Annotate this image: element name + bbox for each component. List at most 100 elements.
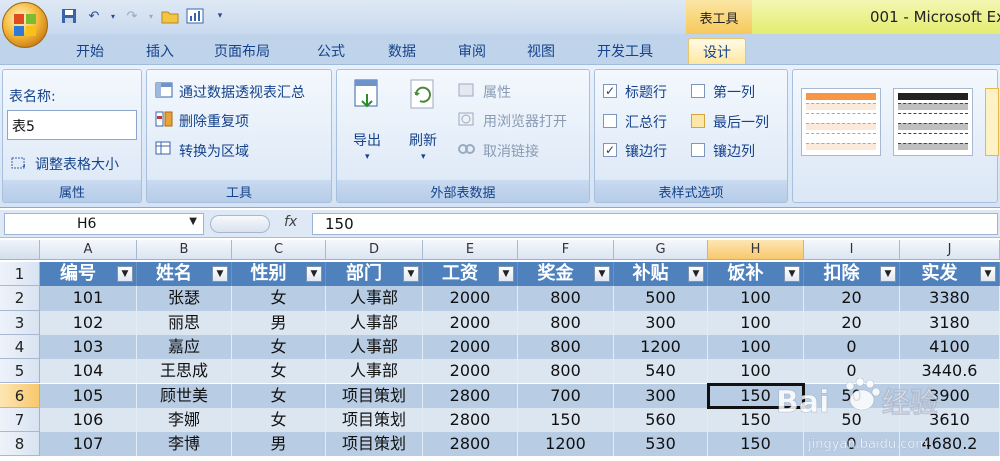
table-style-dark-swatch[interactable] xyxy=(893,88,973,156)
tab-view[interactable]: 视图 xyxy=(527,38,555,64)
cell-a8[interactable]: 107 xyxy=(40,432,137,457)
cell-i7[interactable]: 50 xyxy=(804,407,900,433)
row-header-1[interactable]: 1 xyxy=(0,262,40,287)
tab-formulas[interactable]: 公式 xyxy=(317,38,345,64)
unlink-button[interactable]: 取消链接 xyxy=(483,141,539,161)
table-style-orange-swatch[interactable] xyxy=(801,88,881,156)
cell-h2[interactable]: 100 xyxy=(708,286,804,311)
cell-e7[interactable]: 2800 xyxy=(423,407,518,433)
cell-d6[interactable]: 项目策划 xyxy=(326,383,423,408)
column-header-i[interactable]: I xyxy=(804,240,900,260)
column-header-f[interactable]: F xyxy=(518,240,614,260)
formula-input[interactable]: 150 xyxy=(312,213,998,235)
row-header-3[interactable]: 3 xyxy=(0,310,40,335)
row-header-6[interactable]: 6 xyxy=(0,383,40,408)
column-header-a[interactable]: A xyxy=(40,240,137,260)
cell-i5[interactable]: 0 xyxy=(804,359,900,384)
chart-icon[interactable] xyxy=(184,6,206,26)
open-in-browser-button[interactable]: 用浏览器打开 xyxy=(483,111,567,131)
cell-c4[interactable]: 女 xyxy=(232,334,326,360)
tab-page-layout[interactable]: 页面布局 xyxy=(214,38,270,64)
cell-f3[interactable]: 800 xyxy=(518,310,614,335)
cell-b7[interactable]: 李娜 xyxy=(137,407,232,433)
tab-home[interactable]: 开始 xyxy=(76,38,104,64)
column-header-d[interactable]: D xyxy=(326,240,423,260)
save-icon[interactable] xyxy=(58,6,80,26)
cell-g6[interactable]: 300 xyxy=(614,383,708,408)
cell-f2[interactable]: 800 xyxy=(518,286,614,311)
filter-dropdown-icon[interactable]: ▼ xyxy=(688,266,704,282)
refresh-dropdown-icon[interactable]: ▾ xyxy=(421,152,426,162)
name-box[interactable]: H6 ▼ xyxy=(4,213,204,235)
cell-i3[interactable]: 20 xyxy=(804,310,900,335)
row-header-5[interactable]: 5 xyxy=(0,359,40,384)
cell-d2[interactable]: 人事部 xyxy=(326,286,423,311)
filter-dropdown-icon[interactable]: ▼ xyxy=(498,266,514,282)
cell-h5[interactable]: 100 xyxy=(708,359,804,384)
total-row-checkbox[interactable] xyxy=(603,114,617,128)
cell-h3[interactable]: 100 xyxy=(708,310,804,335)
cell-e6[interactable]: 2800 xyxy=(423,383,518,408)
cell-i4[interactable]: 0 xyxy=(804,334,900,360)
tab-data[interactable]: 数据 xyxy=(388,38,416,64)
cell-e8[interactable]: 2800 xyxy=(423,432,518,457)
customize-qat-icon[interactable]: ▾ xyxy=(209,6,231,26)
cell-a7[interactable]: 106 xyxy=(40,407,137,433)
properties-button[interactable]: 属性 xyxy=(483,82,511,102)
banded-rows-checkbox[interactable]: ✓ xyxy=(603,143,617,157)
tab-review[interactable]: 审阅 xyxy=(458,38,486,64)
name-box-dropdown-icon[interactable]: ▼ xyxy=(189,216,197,227)
row-header-4[interactable]: 4 xyxy=(0,334,40,360)
cell-j3[interactable]: 3180 xyxy=(900,310,1000,335)
cell-i2[interactable]: 20 xyxy=(804,286,900,311)
cell-d4[interactable]: 人事部 xyxy=(326,334,423,360)
cell-c2[interactable]: 女 xyxy=(232,286,326,311)
column-header-g[interactable]: G xyxy=(614,240,708,260)
row-header-8[interactable]: 8 xyxy=(0,432,40,457)
table-name-input[interactable]: 表5 xyxy=(7,110,137,140)
cell-h8[interactable]: 150 xyxy=(708,432,804,457)
table-style-selected-swatch[interactable] xyxy=(985,88,999,156)
cell-h4[interactable]: 100 xyxy=(708,334,804,360)
cell-f7[interactable]: 150 xyxy=(518,407,614,433)
cell-f8[interactable]: 1200 xyxy=(518,432,614,457)
undo-dropdown-icon[interactable]: ▾ xyxy=(108,6,118,26)
cell-b5[interactable]: 王思成 xyxy=(137,359,232,384)
cell-f6[interactable]: 700 xyxy=(518,383,614,408)
cell-j4[interactable]: 4100 xyxy=(900,334,1000,360)
cell-a5[interactable]: 104 xyxy=(40,359,137,384)
select-all-corner[interactable] xyxy=(0,240,40,260)
cell-j5[interactable]: 3440.6 xyxy=(900,359,1000,384)
cell-i8[interactable]: 0 xyxy=(804,432,900,457)
cell-c7[interactable]: 女 xyxy=(232,407,326,433)
redo-icon[interactable]: ↷ xyxy=(121,6,143,26)
formula-bar-resize-handle[interactable] xyxy=(210,215,270,233)
cell-c6[interactable]: 女 xyxy=(232,383,326,408)
cell-b4[interactable]: 嘉应 xyxy=(137,334,232,360)
filter-dropdown-icon[interactable]: ▼ xyxy=(594,266,610,282)
cell-e2[interactable]: 2000 xyxy=(423,286,518,311)
first-column-checkbox[interactable] xyxy=(691,84,705,98)
cell-b6[interactable]: 顾世美 xyxy=(137,383,232,408)
cell-d7[interactable]: 项目策划 xyxy=(326,407,423,433)
cell-d3[interactable]: 人事部 xyxy=(326,310,423,335)
cell-e4[interactable]: 2000 xyxy=(423,334,518,360)
resize-table-button[interactable]: 调整表格大小 xyxy=(35,154,119,174)
column-header-b[interactable]: B xyxy=(137,240,232,260)
filter-dropdown-icon[interactable]: ▼ xyxy=(784,266,800,282)
cell-e3[interactable]: 2000 xyxy=(423,310,518,335)
cell-j8[interactable]: 4680.2 xyxy=(900,432,1000,457)
cell-b8[interactable]: 李博 xyxy=(137,432,232,457)
filter-dropdown-icon[interactable]: ▼ xyxy=(212,266,228,282)
cell-g2[interactable]: 500 xyxy=(614,286,708,311)
convert-to-range-button[interactable]: 转换为区域 xyxy=(179,141,249,161)
cell-a2[interactable]: 101 xyxy=(40,286,137,311)
cell-c5[interactable]: 女 xyxy=(232,359,326,384)
office-button[interactable] xyxy=(2,2,48,48)
cell-g5[interactable]: 540 xyxy=(614,359,708,384)
cell-a6[interactable]: 105 xyxy=(40,383,137,408)
remove-duplicates-button[interactable]: 删除重复项 xyxy=(179,111,249,131)
column-header-c[interactable]: C xyxy=(232,240,326,260)
cell-j7[interactable]: 3610 xyxy=(900,407,1000,433)
column-header-e[interactable]: E xyxy=(423,240,518,260)
